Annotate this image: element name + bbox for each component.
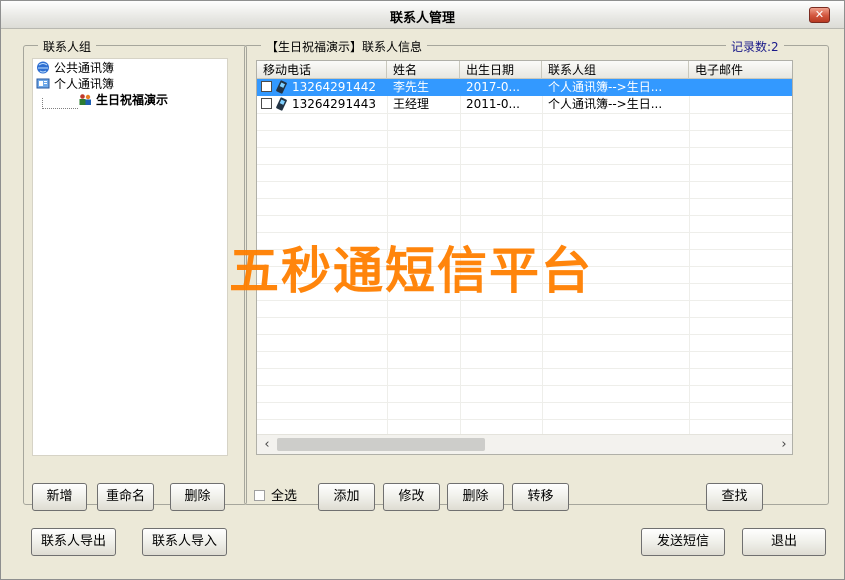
horizontal-scrollbar[interactable]: ‹ › (257, 434, 792, 454)
grid-line (257, 130, 792, 131)
group-tree[interactable]: 公共通讯簿 个人通讯簿 生日祝福演示 (32, 58, 228, 456)
delete-group-button[interactable]: 删除 (170, 483, 225, 511)
table-row[interactable]: 13264291442 李先生 2017-0... 个人通讯簿-->生日... (257, 79, 792, 96)
edit-contact-button[interactable]: 修改 (383, 483, 440, 511)
rename-group-button[interactable]: 重命名 (97, 483, 154, 511)
close-icon: ✕ (814, 8, 825, 21)
group-users-icon (78, 93, 92, 106)
cell-name: 李先生 (393, 80, 430, 94)
cell-phone: 13264291442 (292, 80, 376, 94)
select-all-checkbox[interactable]: 全选 (254, 489, 297, 505)
client-area: 联系人组 公共通讯簿 个人通讯簿 生日祝福演示 新增 重命名 删除 【生日祝福演… (4, 30, 841, 578)
public-book-icon (36, 61, 50, 74)
scroll-left-icon[interactable]: ‹ (259, 436, 275, 453)
watermark-text: 五秒通短信平台 (229, 241, 593, 300)
grid-line (689, 79, 690, 434)
tree-item-public-book[interactable]: 公共通讯簿 (36, 60, 114, 76)
row-checkbox[interactable] (261, 81, 272, 92)
column-header-email[interactable]: 电子邮件 (689, 61, 792, 79)
cell-email (689, 96, 792, 113)
column-header-birthday[interactable]: 出生日期 (460, 61, 542, 79)
table-row[interactable]: 13264291443 王经理 2011-0... 个人通讯簿-->生日... (257, 96, 792, 113)
grid-line (257, 113, 792, 114)
cell-name: 王经理 (393, 97, 430, 111)
grid-line (257, 385, 792, 386)
personal-book-icon (36, 77, 50, 90)
import-contacts-button[interactable]: 联系人导入 (142, 528, 227, 556)
tree-item-personal-book[interactable]: 个人通讯簿 (36, 76, 114, 92)
grid-line (257, 147, 792, 148)
column-header-name[interactable]: 姓名 (387, 61, 460, 79)
tree-item-label: 个人通讯簿 (54, 77, 115, 91)
grid-line (257, 419, 792, 420)
close-button[interactable]: ✕ (809, 7, 830, 23)
delete-contact-button[interactable]: 删除 (447, 483, 504, 511)
tree-item-label: 公共通讯簿 (54, 61, 115, 75)
tree-item-label: 生日祝福演示 (96, 93, 169, 107)
export-contacts-button[interactable]: 联系人导出 (31, 528, 116, 556)
scroll-right-icon[interactable]: › (776, 436, 792, 453)
tree-connector (42, 108, 78, 109)
cell-phone: 13264291443 (292, 97, 376, 111)
grid-line (257, 334, 792, 335)
checkbox-box[interactable] (254, 490, 265, 501)
record-count: 记录数:2 (726, 38, 784, 55)
scrollbar-thumb[interactable] (277, 438, 485, 451)
send-sms-button[interactable]: 发送短信 (641, 528, 725, 556)
cell-email (689, 79, 792, 96)
cell-birthday: 2017-0... (466, 80, 520, 94)
grid-line (257, 181, 792, 182)
tree-item-birthday-demo[interactable]: 生日祝福演示 (78, 92, 168, 108)
grid-line (257, 368, 792, 369)
grid-line (257, 215, 792, 216)
grid-line (257, 402, 792, 403)
phone-icon (275, 97, 288, 111)
phone-icon (275, 80, 288, 94)
column-header-phone[interactable]: 移动电话 (257, 61, 387, 79)
add-group-button[interactable]: 新增 (32, 483, 87, 511)
window-title: 联系人管理 (389, 11, 455, 26)
contact-manager-window: 联系人管理 ✕ 联系人组 公共通讯簿 个人通讯簿 生日祝福演示 新增 重命名 删… (0, 0, 845, 580)
move-contact-button[interactable]: 转移 (512, 483, 569, 511)
cell-birthday: 2011-0... (466, 97, 520, 111)
contact-info-label: 【生日祝福演示】联系人信息 (261, 38, 428, 55)
contact-group-label: 联系人组 (38, 38, 97, 55)
grid-line (257, 198, 792, 199)
grid-line (257, 351, 792, 352)
title-bar[interactable]: 联系人管理 ✕ (1, 1, 844, 29)
grid-line (257, 164, 792, 165)
select-all-label: 全选 (271, 489, 298, 504)
add-contact-button[interactable]: 添加 (318, 483, 375, 511)
list-header: 移动电话 姓名 出生日期 联系人组 电子邮件 (257, 61, 792, 79)
cell-group: 个人通讯簿-->生日... (548, 97, 663, 111)
cell-group: 个人通讯簿-->生日... (548, 80, 663, 94)
row-checkbox[interactable] (261, 98, 272, 109)
exit-button[interactable]: 退出 (742, 528, 826, 556)
grid-line (257, 317, 792, 318)
column-header-group[interactable]: 联系人组 (542, 61, 689, 79)
find-contact-button[interactable]: 查找 (706, 483, 763, 511)
